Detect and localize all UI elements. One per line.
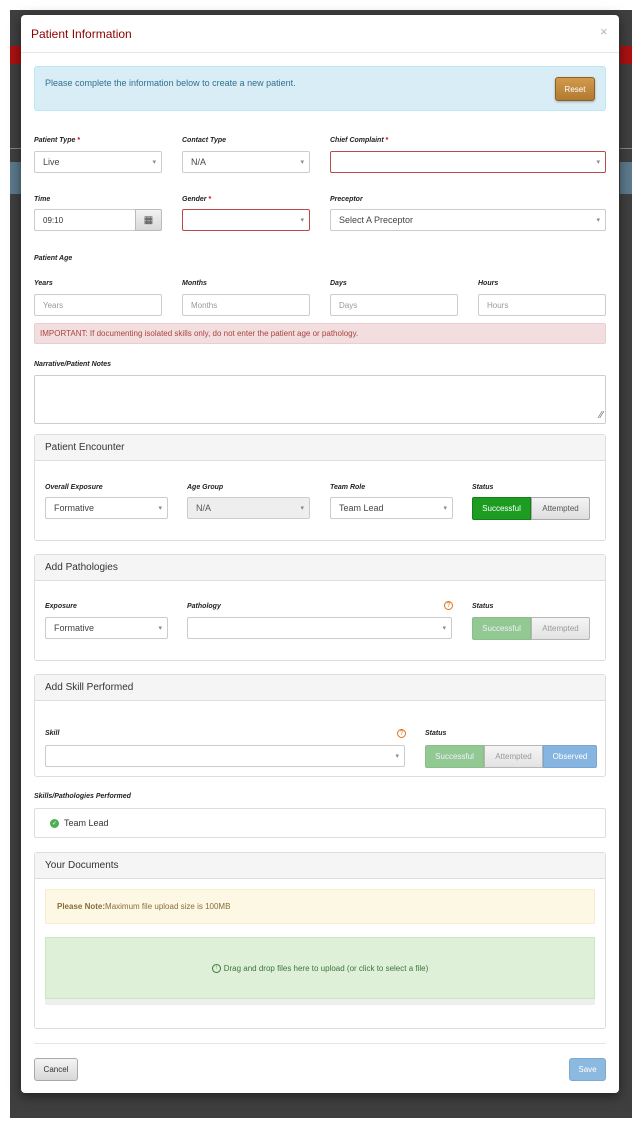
documents-title: Your Documents <box>35 853 605 879</box>
check-circle-icon: ✓ <box>50 819 59 828</box>
performed-item: Team Lead <box>64 818 109 828</box>
years-input[interactable]: Years <box>34 294 162 316</box>
info-alert-text: Please complete the information below to… <box>45 78 296 88</box>
footer-divider <box>34 1043 606 1044</box>
skill-status-toggle: Successful Attempted Observed <box>425 745 597 768</box>
skill-observed-button[interactable]: Observed <box>543 745 597 768</box>
narrative-label: Narrative/Patient Notes <box>34 361 112 368</box>
chevron-down-icon: ▾ <box>596 159 600 166</box>
add-skill-title: Add Skill Performed <box>35 675 605 701</box>
upload-note-bold: Please Note: <box>57 902 106 911</box>
skill-status-label: Status <box>425 730 447 737</box>
modal-header: Patient Information × <box>21 15 619 53</box>
upload-icon: ↑ <box>211 963 221 973</box>
overall-exposure-label: Overall Exposure <box>45 484 103 491</box>
narrative-textarea[interactable]: ⁄⁄ <box>34 375 606 424</box>
pathology-successful-button[interactable]: Successful <box>472 617 531 640</box>
add-skill-panel: Add Skill Performed Skill ? ▾ Status Suc… <box>34 674 606 777</box>
chevron-down-icon: ▾ <box>152 159 156 166</box>
pathology-attempted-button[interactable]: Attempted <box>531 617 590 640</box>
chevron-down-icon: ▾ <box>442 625 446 632</box>
hours-label: Hours <box>478 280 499 287</box>
pathology-exposure-label: Exposure <box>45 603 77 610</box>
resize-handle-icon[interactable]: ⁄⁄ <box>600 411 603 421</box>
background-header-bar <box>620 46 632 64</box>
hours-input[interactable]: Hours <box>478 294 606 316</box>
age-group-label: Age Group <box>187 484 224 491</box>
chevron-down-icon: ▾ <box>300 505 304 512</box>
skill-select[interactable]: ▾ <box>45 745 405 767</box>
patient-encounter-title: Patient Encounter <box>35 435 605 461</box>
chief-complaint-label: Chief Complaint * <box>330 137 389 144</box>
gender-select[interactable]: ▾ <box>182 209 310 231</box>
time-input[interactable]: 09:10 <box>34 209 136 231</box>
chevron-down-icon: ▾ <box>300 217 304 224</box>
reset-button[interactable]: Reset <box>555 77 595 101</box>
performed-label: Skills/Pathologies Performed <box>34 793 131 800</box>
chevron-down-icon: ▾ <box>395 753 399 760</box>
patient-encounter-panel: Patient Encounter Overall Exposure Forma… <box>34 434 606 541</box>
dropzone-text: Drag and drop files here to upload (or c… <box>223 963 429 973</box>
time-label: Time <box>34 196 51 203</box>
close-icon[interactable]: × <box>600 24 608 39</box>
upload-note-text: Maximum file upload size is 100MB <box>105 902 231 911</box>
calendar-icon[interactable]: ▦ <box>135 209 162 231</box>
preceptor-select[interactable]: Select A Preceptor ▾ <box>330 209 606 231</box>
chevron-down-icon: ▾ <box>596 217 600 224</box>
years-label: Years <box>34 280 53 287</box>
overall-exposure-select[interactable]: Formative ▾ <box>45 497 168 519</box>
months-input[interactable]: Months <box>182 294 310 316</box>
pathology-status-label: Status <box>472 603 494 610</box>
age-group-select: N/A ▾ <box>187 497 310 519</box>
team-role-label: Team Role <box>330 484 366 491</box>
chief-complaint-select[interactable]: ▾ <box>330 151 606 173</box>
chevron-down-icon: ▾ <box>300 159 304 166</box>
skill-successful-button[interactable]: Successful <box>425 745 484 768</box>
gender-label: Gender * <box>182 196 212 203</box>
days-input[interactable]: Days <box>330 294 458 316</box>
patient-age-label: Patient Age <box>34 255 73 262</box>
contact-type-select[interactable]: N/A ▾ <box>182 151 310 173</box>
pathology-label: Pathology <box>187 603 221 610</box>
add-pathologies-title: Add Pathologies <box>35 555 605 581</box>
status-successful-button[interactable]: Successful <box>472 497 531 520</box>
add-pathologies-panel: Add Pathologies Exposure Formative ▾ Path… <box>34 554 606 661</box>
important-alert: IMPORTANT: If documenting isolated skill… <box>34 323 606 344</box>
encounter-status-label: Status <box>472 484 494 491</box>
contact-type-label: Contact Type <box>182 137 227 144</box>
dropzone-progress-track <box>45 999 595 1005</box>
months-label: Months <box>182 280 207 287</box>
background-banner <box>620 162 632 194</box>
patient-type-label: Patient Type * <box>34 137 81 144</box>
team-role-select[interactable]: Team Lead ▾ <box>330 497 453 519</box>
upload-note-alert: Please Note: Maximum file upload size is… <box>45 889 595 924</box>
pathology-status-toggle: Successful Attempted <box>472 617 590 640</box>
background-divider <box>620 148 632 149</box>
skill-label: Skill <box>45 730 60 737</box>
modal-title: Patient Information <box>31 27 132 41</box>
patient-type-select[interactable]: Live ▾ <box>34 151 162 173</box>
days-label: Days <box>330 280 347 287</box>
help-icon[interactable]: ? <box>397 729 406 738</box>
documents-panel: Your Documents Please Note: Maximum file… <box>34 852 606 1029</box>
skill-attempted-button[interactable]: Attempted <box>484 745 543 768</box>
chevron-down-icon: ▾ <box>158 505 162 512</box>
info-alert: Please complete the information below to… <box>34 66 606 111</box>
pathology-exposure-select[interactable]: Formative ▾ <box>45 617 168 639</box>
help-icon[interactable]: ? <box>444 601 453 610</box>
file-dropzone[interactable]: ↑ Drag and drop files here to upload (or… <box>45 937 595 999</box>
save-button[interactable]: Save <box>569 1058 606 1081</box>
status-attempted-button[interactable]: Attempted <box>531 497 590 520</box>
preceptor-label: Preceptor <box>330 196 363 203</box>
encounter-status-toggle: Successful Attempted <box>472 497 590 520</box>
performed-list: ✓ Team Lead <box>34 808 606 838</box>
chevron-down-icon: ▾ <box>443 505 447 512</box>
patient-information-modal: Patient Information × Please complete th… <box>21 15 619 1093</box>
pathology-select[interactable]: ▾ <box>187 617 452 639</box>
chevron-down-icon: ▾ <box>158 625 162 632</box>
cancel-button[interactable]: Cancel <box>34 1058 78 1081</box>
